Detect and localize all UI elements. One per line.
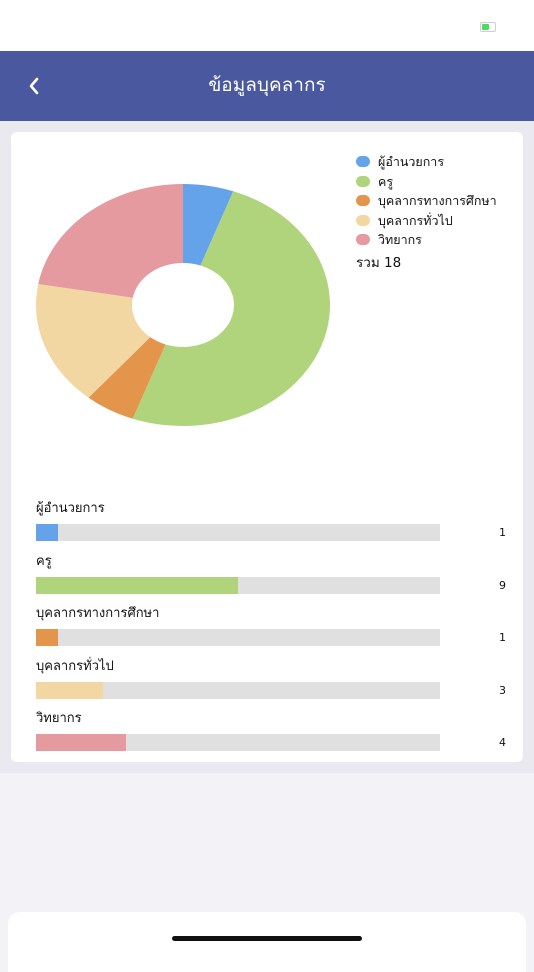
page-title: ข้อมูลบุคลากร	[208, 74, 326, 96]
home-indicator[interactable]	[172, 936, 362, 941]
chevron-left-icon	[29, 77, 39, 95]
battery-icon	[480, 22, 496, 32]
back-button[interactable]	[18, 69, 52, 103]
bar	[36, 681, 104, 699]
legend-swatch	[356, 156, 370, 167]
bar-label: ครู	[36, 553, 52, 569]
battery-level	[482, 24, 489, 30]
bar-row: บุคลากรทางการศึกษา 1	[36, 606, 506, 656]
pie-slice	[38, 184, 183, 298]
bar-value: 1	[499, 631, 506, 644]
donut-chart	[36, 184, 331, 426]
bottom-sheet	[8, 912, 526, 972]
legend-label: ผู้อำนวยการ	[378, 154, 445, 169]
legend-item: ผู้อำนวยการ	[356, 152, 521, 172]
bar-label: ผู้อำนวยการ	[36, 501, 105, 516]
bar-label: วิทยากร	[36, 711, 82, 726]
bar-track	[36, 681, 440, 699]
bar-value: 4	[499, 736, 506, 749]
legend-swatch	[356, 175, 370, 187]
bar-track	[36, 524, 440, 541]
legend-label: บุคลากรทั่วไป	[378, 212, 453, 228]
bar-label: บุคลากรทั่วไป	[36, 658, 114, 674]
bar	[36, 524, 59, 541]
legend-label: วิทยากร	[378, 232, 422, 247]
bar-row: วิทยากร 4	[36, 711, 506, 761]
chart-card: ผู้อำนวยการ ครู บุคลากรทางการศึกษา บุคลากรท…	[11, 132, 523, 762]
bar-value: 9	[499, 578, 506, 592]
bar	[36, 576, 238, 594]
legend-item: บุคลากรทางการศึกษา	[356, 191, 521, 211]
legend-swatch	[356, 214, 370, 226]
nav-bar: ข้อมูลบุคลากร	[0, 51, 534, 121]
legend-label: ครู	[378, 173, 394, 189]
legend-item: บุคลากรทั่วไป	[356, 211, 521, 231]
bar-row: บุคลากรทั่วไป 3	[36, 659, 506, 709]
bar	[36, 629, 59, 646]
legend-item: ครู	[356, 172, 521, 192]
status-bar	[0, 0, 534, 51]
bar-row: ครู 9	[36, 554, 506, 604]
chart-legend: ผู้อำนวยการครูบุคลากรทางการศึกษาบุคลากรท…	[356, 152, 521, 273]
bar-label: บุคลากรทางการศึกษา	[36, 606, 160, 621]
bar-track	[36, 734, 440, 751]
legend-label: บุคลากรทางการศึกษา	[378, 193, 497, 208]
bar-row: ผู้อำนวยการ 1	[36, 501, 506, 551]
legend-item: วิทยากร	[356, 230, 521, 250]
bar	[36, 734, 126, 751]
bar-track	[36, 629, 440, 646]
bar-track	[36, 576, 440, 594]
bar-value: 3	[499, 683, 506, 697]
bar-value: 1	[499, 526, 506, 539]
legend-swatch	[356, 234, 370, 245]
total-label: รวม 18	[356, 254, 402, 271]
legend-swatch	[356, 195, 370, 206]
